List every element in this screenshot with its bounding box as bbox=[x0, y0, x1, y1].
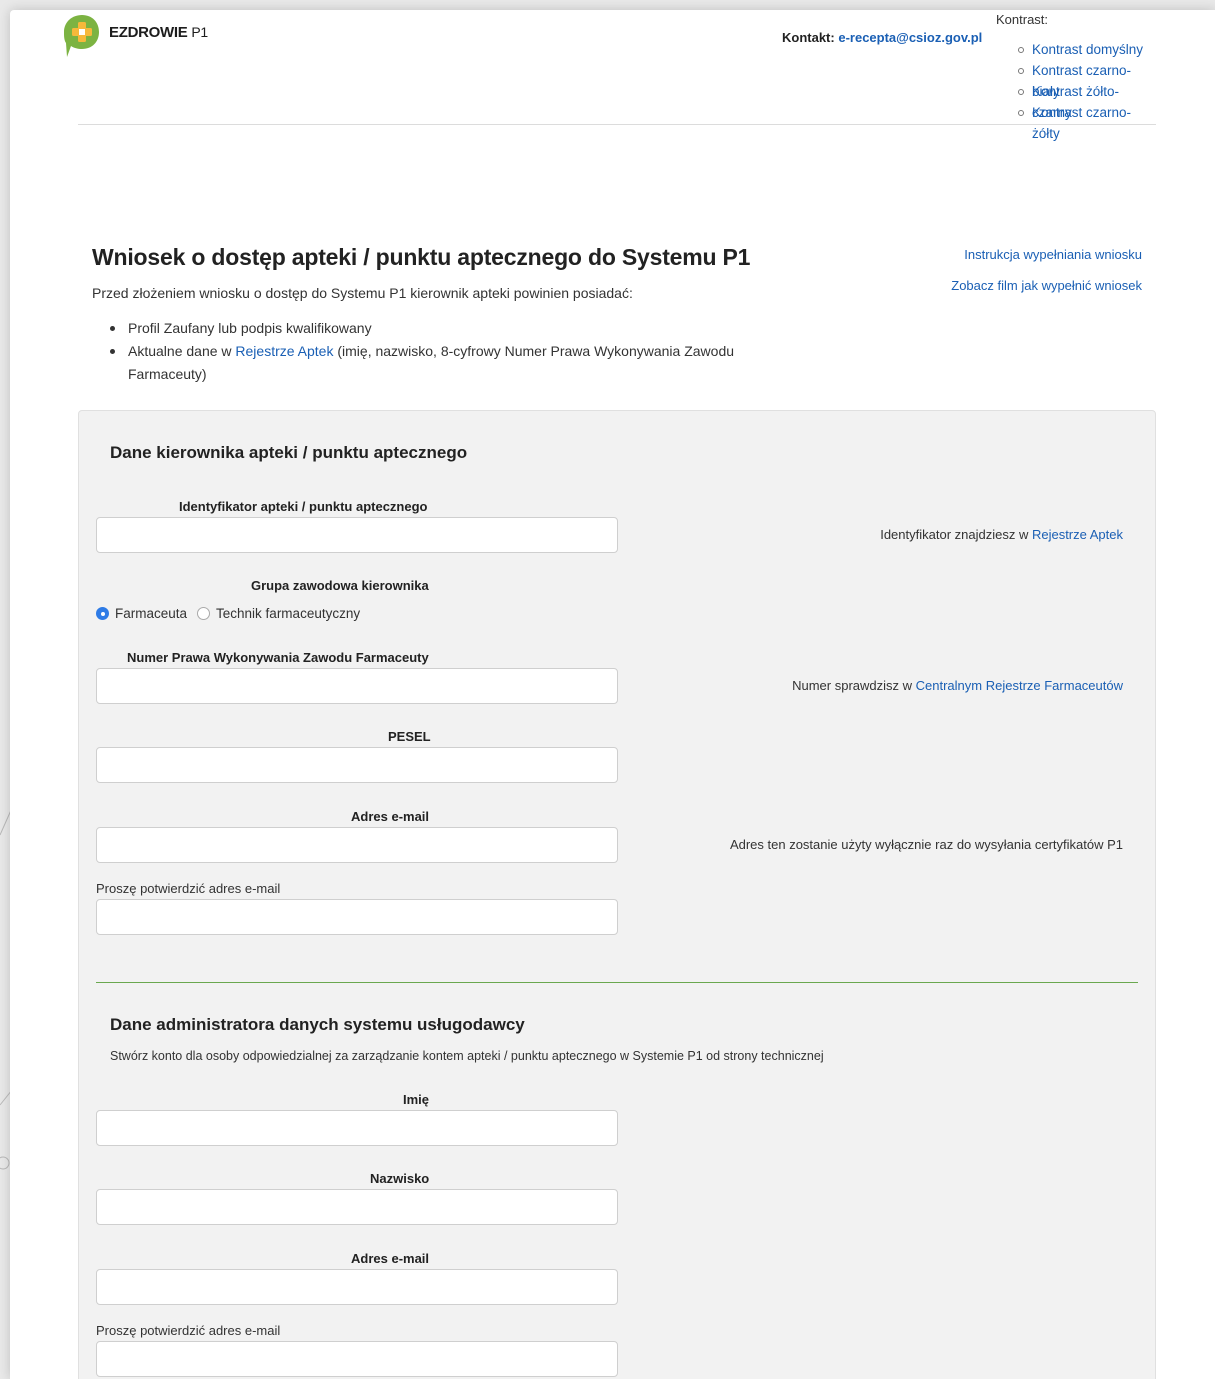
admin-description: Stwórz konto dla osoby odpowiedzialnej z… bbox=[110, 1049, 824, 1063]
license-number-input[interactable] bbox=[96, 668, 618, 704]
manager-email-hint: Adres ten zostanie użyty wyłącznie raz d… bbox=[729, 837, 1123, 852]
logo-suffix: P1 bbox=[191, 24, 208, 40]
section-title-manager: Dane kierownika apteki / punktu apteczne… bbox=[110, 443, 468, 462]
medical-cross-icon bbox=[63, 13, 101, 59]
profession-group-radios: Farmaceuta Technik farmaceutyczny bbox=[96, 606, 370, 621]
radio-pharmacist-label: Farmaceuta bbox=[115, 606, 188, 621]
help-links: Instrukcja wypełniania wniosku Zobacz fi… bbox=[951, 247, 1142, 309]
hint-text: Numer sprawdzisz w bbox=[792, 678, 916, 693]
requirement-text: Aktualne dane w bbox=[128, 343, 236, 359]
section-divider bbox=[96, 982, 1138, 983]
admin-email-input[interactable] bbox=[96, 1269, 618, 1305]
intro-text: Przed złożeniem wniosku o dostęp do Syst… bbox=[92, 285, 633, 301]
pharmacist-register-link[interactable]: Centralnym Rejestrze Farmaceutów bbox=[916, 678, 1123, 693]
logo-text: EZDROWIE P1 bbox=[109, 24, 208, 41]
contrast-black-yellow-link[interactable]: Kontrast czarno-żółty bbox=[1032, 105, 1131, 141]
page: EZDROWIE P1 Kontakt: e-recepta@csioz.gov… bbox=[10, 10, 1215, 1379]
manager-email-confirm-label: Proszę potwierdzić adres e-mail bbox=[96, 881, 281, 896]
site-header: EZDROWIE P1 Kontakt: e-recepta@csioz.gov… bbox=[64, 10, 1156, 141]
manager-email-confirm-input[interactable] bbox=[96, 899, 618, 935]
contact-label: Kontakt: bbox=[782, 30, 835, 45]
page-title: Wniosek o dostęp apteki / punktu apteczn… bbox=[92, 244, 751, 270]
radio-pharmacist[interactable]: Farmaceuta bbox=[96, 606, 187, 621]
pharmacy-id-hint: Identyfikator znajdziesz w Rejestrze Apt… bbox=[880, 527, 1123, 542]
contrast-switcher: Kontrast: Kontrast domyślny Kontrast cza… bbox=[996, 12, 1156, 141]
admin-first-name-label: Imię bbox=[403, 1092, 430, 1107]
profession-group-label: Grupa zawodowa kierownika bbox=[251, 578, 429, 593]
admin-last-name-label: Nazwisko bbox=[370, 1171, 430, 1186]
contact-info: Kontakt: e-recepta@csioz.gov.pl bbox=[782, 30, 982, 45]
instructions-link[interactable]: Instrukcja wypełniania wniosku bbox=[964, 247, 1142, 262]
manager-email-input[interactable] bbox=[96, 827, 618, 863]
pharmacy-register-hint-link[interactable]: Rejestrze Aptek bbox=[1032, 527, 1123, 542]
requirement-item: Profil Zaufany lub podpis kwalifikowany bbox=[110, 317, 790, 340]
section-title-admin: Dane administratora danych systemu usług… bbox=[110, 1015, 525, 1034]
admin-email-label: Adres e-mail bbox=[351, 1251, 430, 1266]
contrast-options: Kontrast domyślny Kontrast czarno-biały … bbox=[1018, 39, 1156, 141]
admin-last-name-input[interactable] bbox=[96, 1189, 618, 1225]
requirement-item: Aktualne dane w Rejestrze Aptek (imię, n… bbox=[110, 340, 790, 386]
logo-name: EZDROWIE bbox=[109, 24, 188, 41]
contrast-title: Kontrast: bbox=[996, 12, 1049, 27]
license-number-hint: Numer sprawdzisz w Centralnym Rejestrze … bbox=[792, 678, 1123, 693]
radio-technician-label: Technik farmaceutyczny bbox=[216, 606, 361, 621]
license-number-label: Numer Prawa Wykonywania Zawodu Farmaceut… bbox=[127, 650, 429, 665]
application-form: Dane kierownika apteki / punktu apteczne… bbox=[78, 410, 1156, 1379]
requirements-list: Profil Zaufany lub podpis kwalifikowany … bbox=[110, 317, 790, 386]
radio-pharmacy-technician[interactable]: Technik farmaceutyczny bbox=[197, 606, 360, 621]
pesel-label: PESEL bbox=[388, 729, 431, 744]
pharmacy-id-input[interactable] bbox=[96, 517, 618, 553]
contact-email-link[interactable]: e-recepta@csioz.gov.pl bbox=[838, 30, 982, 45]
pesel-input[interactable] bbox=[96, 747, 618, 783]
pharmacy-register-link[interactable]: Rejestrze Aptek bbox=[235, 343, 333, 359]
admin-email-confirm-input[interactable] bbox=[96, 1341, 618, 1377]
admin-email-confirm-label: Proszę potwierdzić adres e-mail bbox=[96, 1323, 281, 1338]
manager-email-label: Adres e-mail bbox=[351, 809, 430, 824]
hint-text: Identyfikator znajdziesz w bbox=[880, 527, 1032, 542]
pharmacy-id-label: Identyfikator apteki / punktu aptecznego bbox=[179, 499, 428, 514]
video-tutorial-link[interactable]: Zobacz film jak wypełnić wniosek bbox=[951, 278, 1142, 293]
logo[interactable]: EZDROWIE P1 bbox=[63, 13, 208, 59]
admin-first-name-input[interactable] bbox=[96, 1110, 618, 1146]
contrast-default-link[interactable]: Kontrast domyślny bbox=[1032, 42, 1143, 57]
radio-checked-icon bbox=[96, 607, 109, 620]
radio-unchecked-icon bbox=[197, 607, 211, 620]
